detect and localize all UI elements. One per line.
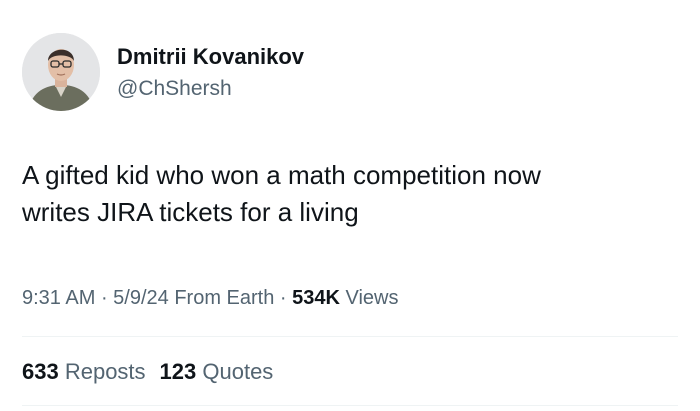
tweet-meta: 9:31 AM · 5/9/24 From Earth · 534K Views [22,285,399,311]
meta-separator: · [274,287,293,309]
divider [22,405,678,406]
divider [22,336,678,337]
tweet-text: A gifted kid who won a math competition … [22,157,662,231]
engagement-stats: 633 Reposts 123 Quotes [22,359,273,385]
tweet-date[interactable]: 5/9/24 [113,287,169,309]
quotes-label: Quotes [196,359,274,384]
tweet-source: From Earth [168,287,275,309]
tweet-text-line: A gifted kid who won a math competition … [22,160,541,190]
avatar[interactable] [22,33,100,111]
author-handle[interactable]: @ChShersh [117,76,232,102]
meta-separator: · [95,287,114,309]
reposts-stat[interactable]: 633 Reposts [22,359,146,384]
tweet-text-line: writes JIRA tickets for a living [22,197,359,227]
reposts-label: Reposts [58,359,146,384]
views-label: Views [339,287,399,309]
quotes-stat[interactable]: 123 Quotes [160,359,274,384]
author-name[interactable]: Dmitrii Kovanikov [117,44,304,70]
tweet-card: Dmitrii Kovanikov @ChShersh A gifted kid… [0,0,700,411]
avatar-image [22,33,100,111]
reposts-count: 633 [22,359,59,384]
quotes-count: 123 [159,359,197,384]
tweet-time[interactable]: 9:31 AM [22,287,95,309]
views-count: 534K [292,287,340,309]
